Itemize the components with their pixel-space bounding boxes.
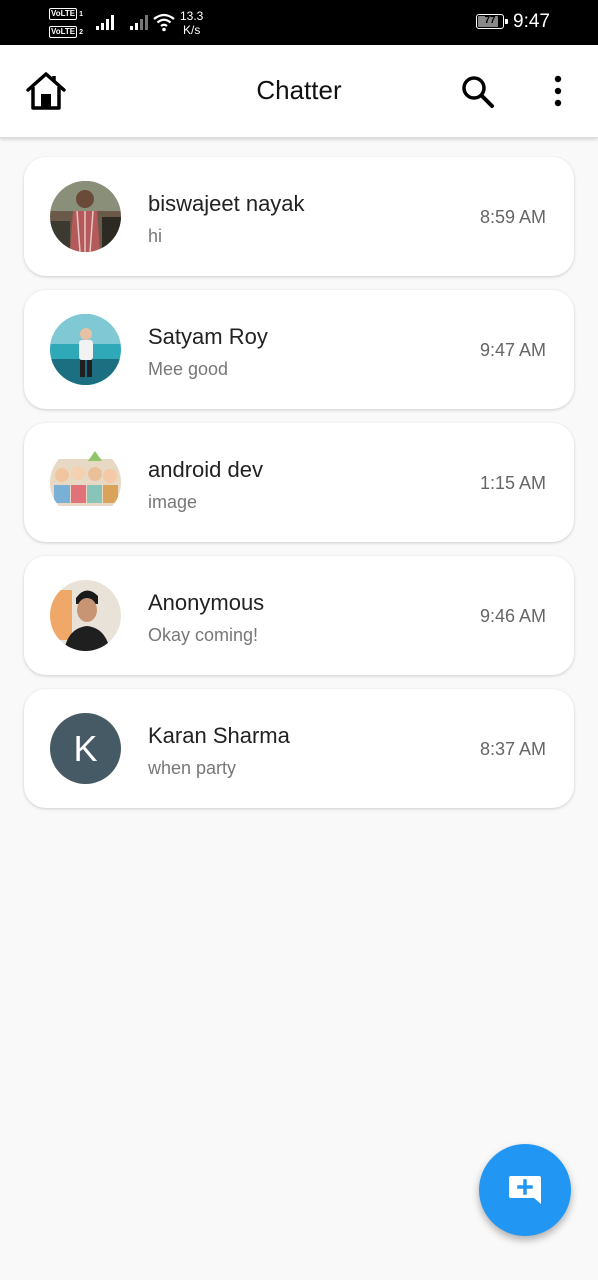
search-button[interactable]: [460, 74, 496, 110]
message-time: 8:37 AM: [479, 739, 546, 759]
new-message-icon: [509, 1176, 541, 1204]
avatar[interactable]: [50, 580, 121, 651]
last-message: when party: [148, 758, 237, 778]
chat-list-item[interactable]: android dev image 1:15 AM: [24, 423, 574, 542]
last-message: Mee good: [148, 359, 229, 379]
search-icon: [462, 76, 494, 108]
status-bar: VoLTE 1 VoLTE 2 13.3 K/s 77 9:47: [0, 0, 598, 45]
message-time: 1:15 AM: [479, 473, 546, 493]
app-title: Chatter: [256, 75, 342, 105]
chat-list-item[interactable]: Anonymous Okay coming! 9:46 AM: [24, 556, 574, 675]
more-options-button[interactable]: [548, 75, 568, 107]
more-vertical-icon: [554, 75, 562, 107]
last-message: image: [148, 492, 198, 512]
contact-name: android dev: [148, 457, 263, 482]
avatar-initial[interactable]: K: [50, 713, 121, 784]
message-time: 8:59 AM: [479, 207, 546, 227]
last-message: Okay coming!: [148, 625, 259, 645]
contact-name: Anonymous: [148, 590, 265, 615]
message-time: 9:47 AM: [479, 340, 546, 360]
status-time: 9:47: [513, 11, 550, 32]
avatar[interactable]: [50, 314, 121, 385]
volte-2-indicator: VoLTE 2: [49, 26, 84, 38]
app-bar: Chatter: [0, 45, 598, 138]
signal-2-icon: [130, 14, 148, 30]
avatar[interactable]: [50, 447, 121, 518]
volte-1-indicator: VoLTE 1: [49, 8, 84, 20]
chat-list: biswajeet nayak hi 8:59 AM Satyam Roy Me…: [24, 157, 574, 822]
contact-name: biswajeet nayak: [148, 191, 305, 216]
wifi-icon: [153, 13, 175, 32]
avatar[interactable]: [50, 181, 121, 252]
chat-list-item[interactable]: biswajeet nayak hi 8:59 AM: [24, 157, 574, 276]
network-speed: 13.3 K/s: [180, 9, 204, 37]
contact-name: Karan Sharma: [148, 723, 290, 748]
chat-list-item[interactable]: K Karan Sharma when party 8:37 AM: [24, 689, 574, 808]
signal-1-icon: [96, 14, 114, 30]
chat-list-item[interactable]: Satyam Roy Mee good 9:47 AM: [24, 290, 574, 409]
message-time: 9:46 AM: [479, 606, 546, 626]
battery-icon: 77: [476, 14, 508, 29]
contact-name: Satyam Roy: [148, 324, 268, 349]
new-chat-button[interactable]: [479, 1144, 571, 1236]
last-message: hi: [148, 226, 163, 246]
